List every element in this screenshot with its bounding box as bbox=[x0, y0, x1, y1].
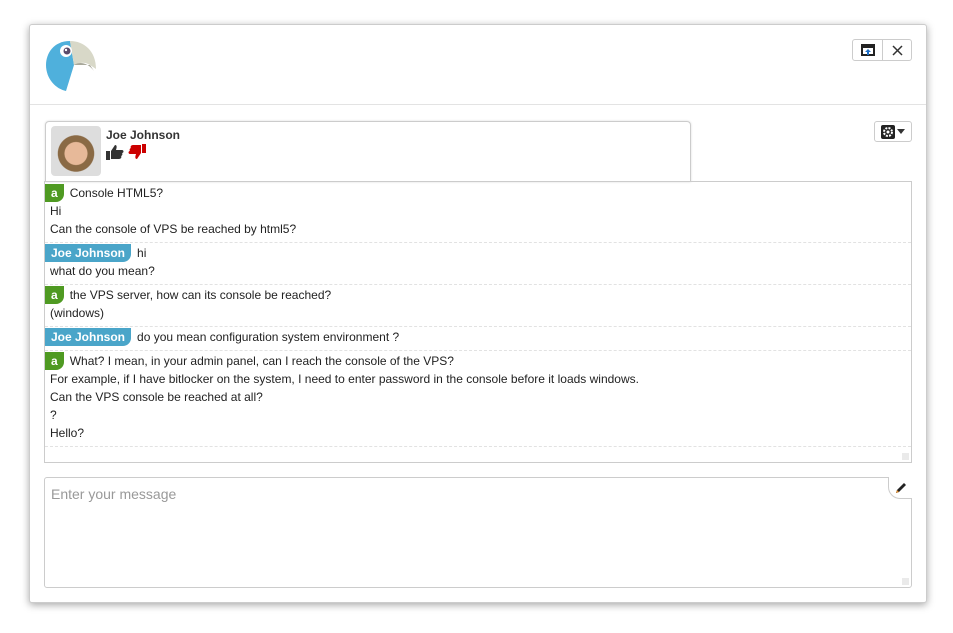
message: Joe Johnson hi what do you mean? bbox=[45, 243, 911, 285]
popout-button[interactable] bbox=[853, 40, 882, 60]
composer bbox=[44, 477, 912, 588]
message-line: Hi bbox=[50, 204, 62, 218]
message-line: Can the VPS console be reached at all? bbox=[50, 390, 263, 404]
message-line: what do you mean? bbox=[50, 264, 155, 278]
message-line: For example, if I have bitlocker on the … bbox=[50, 372, 639, 386]
message-text: hi bbox=[137, 245, 147, 260]
gear-icon bbox=[881, 124, 895, 139]
message: a Console HTML5? Hi Can the console of VPS … bbox=[45, 183, 911, 243]
message-line: (windows) bbox=[50, 306, 105, 320]
visitor-card: Joe Johnson bbox=[45, 121, 691, 182]
message-list[interactable]: a Console HTML5? Hi Can the console of VPS … bbox=[44, 181, 912, 463]
close-icon bbox=[891, 44, 903, 56]
thumbs-down-icon[interactable] bbox=[128, 144, 146, 160]
sender-tag: a bbox=[45, 183, 64, 202]
window-controls bbox=[852, 39, 912, 61]
message-text: the VPS server, how can its console be r… bbox=[69, 287, 332, 302]
message: a What? I mean, in your admin panel, can … bbox=[45, 351, 911, 447]
settings-button[interactable] bbox=[874, 121, 912, 142]
sender-tag: Joe Johnson bbox=[45, 327, 132, 346]
edit-button[interactable] bbox=[888, 477, 912, 499]
parrot-logo bbox=[46, 41, 96, 91]
message: Joe Johnson do you mean configuration sys… bbox=[45, 327, 911, 351]
chevron-down-icon bbox=[897, 129, 905, 134]
message-input[interactable] bbox=[45, 478, 911, 587]
message: a the VPS server, how can its console be … bbox=[45, 285, 911, 327]
message-line: Can the console of VPS be reached by htm… bbox=[50, 222, 297, 236]
message-text: What? I mean, in your admin panel, can I… bbox=[69, 353, 454, 368]
popout-icon bbox=[860, 44, 875, 56]
chat-window: Joe Johnson a Console HTML5? Hi Can the con… bbox=[29, 24, 927, 603]
message-line: Hello? bbox=[50, 426, 85, 440]
resize-handle[interactable] bbox=[902, 578, 909, 585]
header bbox=[30, 25, 926, 105]
message-line: ? bbox=[50, 408, 57, 422]
message-text: Console HTML5? bbox=[69, 185, 164, 200]
close-button[interactable] bbox=[882, 40, 911, 60]
sender-tag: a bbox=[45, 351, 64, 370]
message-text: do you mean configuration system environ… bbox=[137, 329, 400, 344]
pencil-icon bbox=[895, 482, 906, 493]
visitor-name: Joe Johnson bbox=[106, 128, 181, 142]
thumbs-up-icon[interactable] bbox=[106, 144, 124, 160]
resize-handle[interactable] bbox=[902, 453, 909, 460]
sender-tag: Joe Johnson bbox=[45, 243, 132, 262]
sender-tag: a bbox=[45, 285, 64, 304]
avatar bbox=[51, 126, 101, 176]
